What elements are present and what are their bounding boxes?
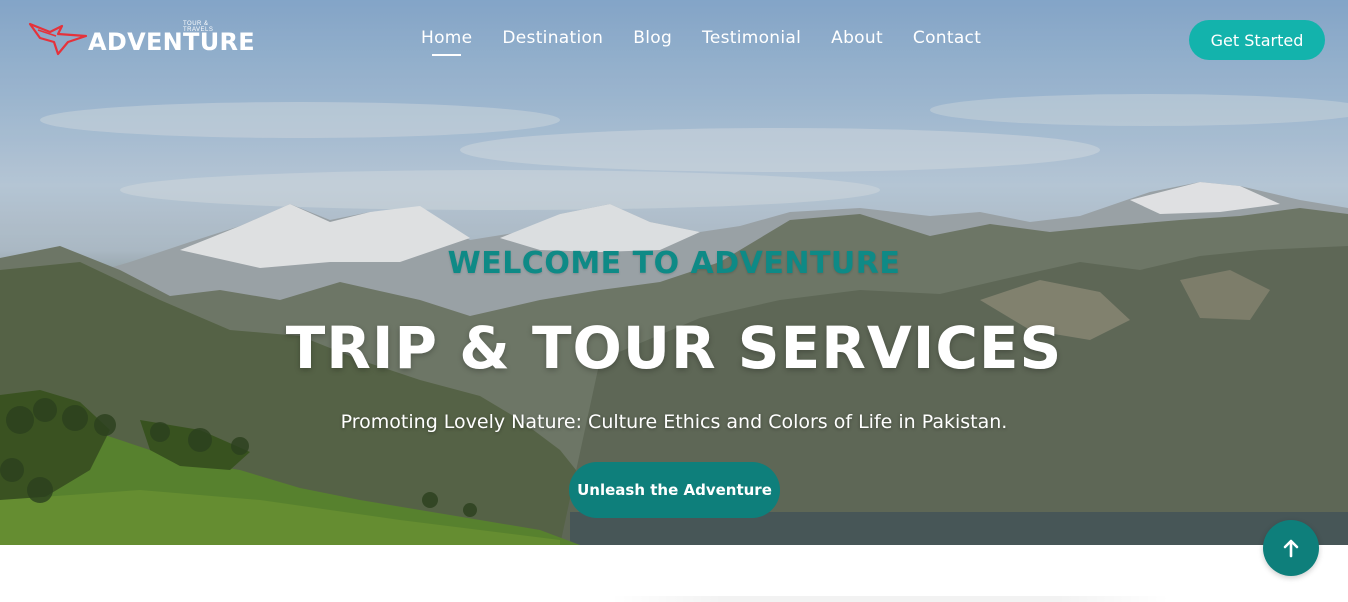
nav-contact[interactable]: Contact xyxy=(913,28,981,48)
main-navigation: Home Destination Blog Testimonial About … xyxy=(421,28,981,56)
logo-wordmark: ADVENTURE xyxy=(88,28,255,56)
hero-title: TRIP & TOUR SERVICES xyxy=(285,314,1063,382)
nav-destination[interactable]: Destination xyxy=(502,28,603,48)
unleash-adventure-button[interactable]: Unleash the Adventure xyxy=(569,462,780,518)
nav-blog[interactable]: Blog xyxy=(633,28,672,48)
nav-testimonial[interactable]: Testimonial xyxy=(702,28,801,48)
eagle-logo-icon xyxy=(28,22,88,56)
site-logo[interactable]: TOUR & TRAVELS ADVENTURE xyxy=(28,18,255,60)
scroll-to-top-button[interactable] xyxy=(1263,520,1319,576)
hero-eyebrow: WELCOME TO ADVENTURE xyxy=(447,246,901,281)
hero-subtitle: Promoting Lovely Nature: Culture Ethics … xyxy=(340,411,1008,433)
nav-about[interactable]: About xyxy=(831,28,883,48)
get-started-button[interactable]: Get Started xyxy=(1189,20,1325,60)
arrow-up-icon xyxy=(1283,539,1299,558)
content-section-edge xyxy=(610,596,1170,602)
nav-home[interactable]: Home xyxy=(421,28,472,56)
